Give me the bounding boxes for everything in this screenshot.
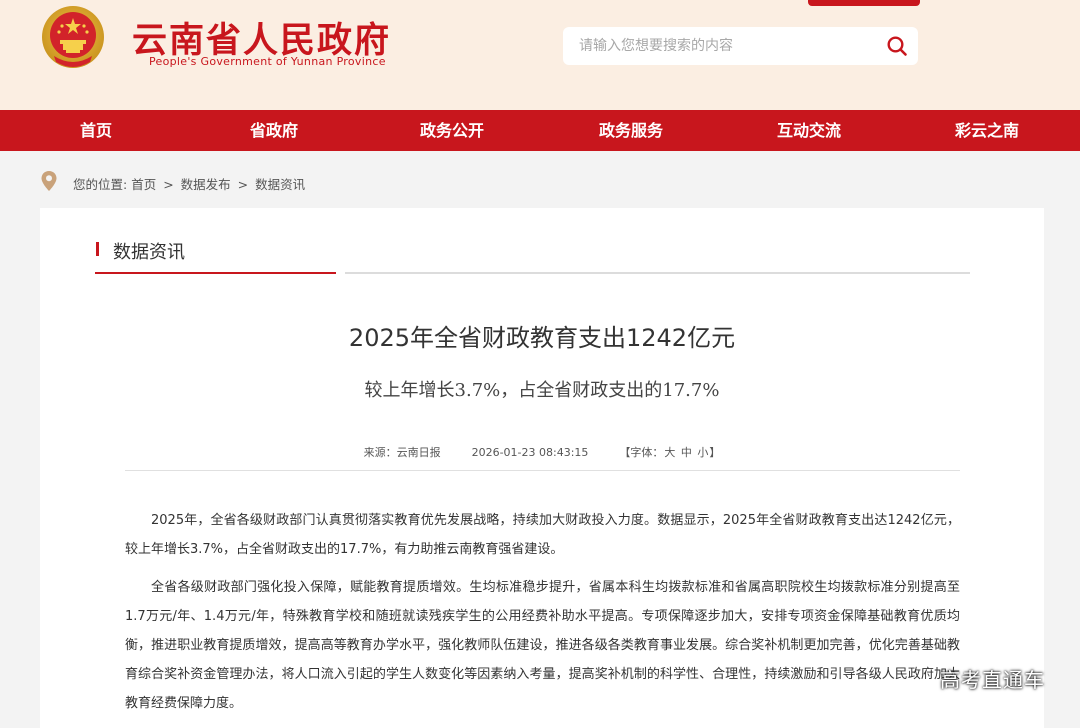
section-title-marker bbox=[96, 242, 99, 256]
font-size-medium-button[interactable]: 中 bbox=[680, 446, 693, 459]
breadcrumb-trail: 您的位置: 首页 > 数据发布 > 数据资讯 bbox=[73, 174, 305, 193]
article-paragraph: 全省各级财政部门强化投入保障，赋能教育提质增效。生均标准稳步提升，省属本科生均拨… bbox=[125, 580, 960, 711]
meta-divider bbox=[125, 470, 960, 471]
nav-item-colorful-yunnan[interactable]: 彩云之南 bbox=[955, 110, 1019, 151]
nav-item-home[interactable]: 首页 bbox=[80, 110, 112, 151]
nav-item-provincial-government[interactable]: 省政府 bbox=[250, 110, 298, 151]
article-title: 2025年全省财政教育支出1242亿元 bbox=[348, 324, 736, 352]
site-header: 云南省人民政府 People's Government of Yunnan Pr… bbox=[0, 0, 1080, 110]
font-size-large-button[interactable]: 大 bbox=[663, 446, 676, 459]
national-emblem-icon[interactable] bbox=[40, 4, 106, 72]
search-icon[interactable] bbox=[886, 35, 908, 57]
content-card: 数据资讯 2025年全省财政教育支出1242亿元 较上年增长3.7%，占全省财政… bbox=[40, 208, 1044, 728]
nav-item-interaction[interactable]: 互动交流 bbox=[777, 110, 841, 151]
breadcrumb-separator: > bbox=[163, 177, 174, 192]
article-meta: 来源：云南日报 2026-01-23 08:43:15 【字体：大 中 小】 bbox=[40, 444, 1044, 460]
breadcrumb-prefix: 您的位置: bbox=[73, 177, 128, 192]
search-box bbox=[563, 27, 918, 65]
font-size-label-close: 】 bbox=[709, 446, 721, 459]
breadcrumb-separator: > bbox=[237, 177, 249, 192]
article-paragraph: 2025年，全省各级财政部门认真贯彻落实教育优先发展战略，持续加大财政投入力度。… bbox=[125, 513, 960, 557]
article-source: 来源：云南日报 bbox=[363, 446, 441, 459]
font-size-small-button[interactable]: 小 bbox=[696, 446, 709, 459]
watermark-text: 高考直通车 bbox=[940, 668, 1045, 692]
breadcrumb-home[interactable]: 首页 bbox=[131, 177, 156, 192]
article-subtitle: 较上年增长3.7%，占全省财政支出的17.7% bbox=[364, 380, 720, 401]
section-title: 数据资讯 bbox=[113, 242, 185, 263]
main-nav: 首页 省政府 政务公开 政务服务 互动交流 彩云之南 bbox=[0, 110, 1080, 151]
article-body: 2025年，全省各级财政部门认真贯彻落实教育优先发展战略，持续加大财政投入力度。… bbox=[125, 506, 960, 727]
font-size-label-open: 【字体： bbox=[619, 446, 664, 459]
nav-item-government-services[interactable]: 政务服务 bbox=[599, 110, 663, 151]
site-subtitle: People's Government of Yunnan Province bbox=[149, 55, 386, 68]
search-input[interactable] bbox=[579, 27, 869, 65]
breadcrumb-data-news[interactable]: 数据资讯 bbox=[255, 177, 305, 192]
article-datetime: 2026-01-23 08:43:15 bbox=[471, 446, 589, 459]
section-underline bbox=[345, 272, 970, 274]
top-accent-bar[interactable] bbox=[808, 0, 920, 6]
nav-item-government-affairs-disclosure[interactable]: 政务公开 bbox=[420, 110, 484, 151]
section-underline-accent bbox=[95, 272, 336, 274]
breadcrumb-data-release[interactable]: 数据发布 bbox=[181, 177, 231, 192]
location-pin-icon bbox=[41, 171, 57, 191]
